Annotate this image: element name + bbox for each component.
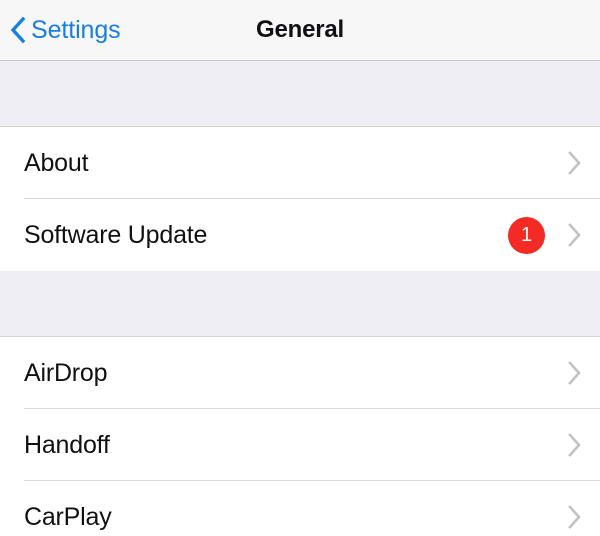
row-accessories	[567, 504, 582, 530]
row-accessories	[567, 360, 582, 386]
page-title-text: General	[256, 16, 344, 43]
chevron-right-icon	[568, 223, 581, 247]
list-item-label: Software Update	[24, 220, 208, 249]
chevron-right-icon	[568, 361, 581, 385]
settings-group-1: About Software Update 1	[0, 127, 600, 271]
list-item-about[interactable]: About	[0, 127, 600, 199]
list-item-label: Handoff	[24, 430, 110, 459]
status-badge-count: 1	[520, 224, 533, 246]
page-title: General	[0, 0, 600, 60]
list-item-carplay[interactable]: CarPlay	[0, 481, 600, 536]
list-item-handoff[interactable]: Handoff	[0, 409, 600, 481]
row-accessories: 1	[508, 216, 582, 254]
list-item-software-update[interactable]: Software Update 1	[0, 199, 600, 271]
chevron-right-icon	[568, 433, 581, 457]
settings-general-screen: Settings General About Software Update 1	[0, 0, 600, 536]
status-badge: 1	[508, 216, 545, 254]
list-item-label: CarPlay	[24, 502, 112, 531]
list-item-label: AirDrop	[24, 358, 108, 387]
row-accessories	[567, 150, 582, 176]
list-item-label: About	[24, 148, 89, 177]
row-accessories	[567, 432, 582, 458]
navigation-bar: Settings General	[0, 0, 600, 61]
chevron-right-icon	[568, 151, 581, 175]
chevron-right-icon	[568, 505, 581, 529]
section-spacer-2	[0, 271, 600, 337]
settings-group-2: AirDrop Handoff CarPlay	[0, 337, 600, 536]
section-spacer-1	[0, 61, 600, 127]
list-item-airdrop[interactable]: AirDrop	[0, 337, 600, 409]
